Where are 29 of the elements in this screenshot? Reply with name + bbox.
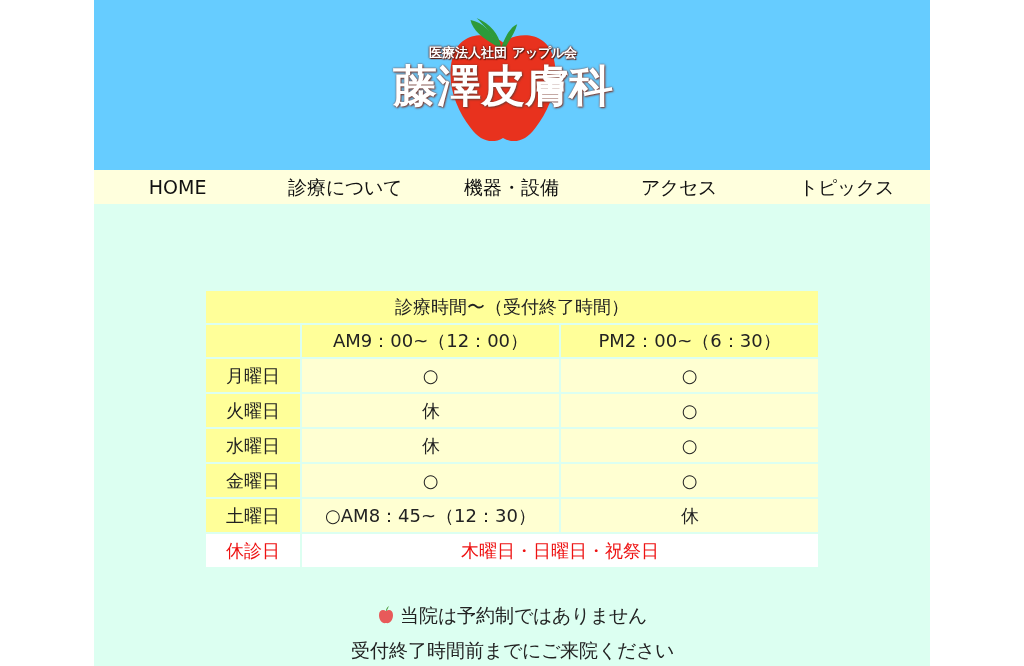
nav-link[interactable]: HOME (148, 174, 207, 200)
table-cell: 休 (302, 429, 559, 462)
nav-link[interactable]: 診療について (287, 174, 402, 200)
apple-icon (377, 606, 394, 624)
logo-subtitle: 医療法人社団 アップル会 (428, 45, 578, 61)
table-cell: ○ (561, 394, 818, 427)
nav-link[interactable]: アクセス (641, 174, 718, 200)
row-header: 水曜日 (206, 429, 300, 462)
table-cell: ○AM8：45~（12：30） (302, 499, 559, 532)
table-cell: 休 (302, 394, 559, 427)
notice-text: 受付終了時間前までにご来院ください (350, 639, 674, 661)
row-header: 火曜日 (206, 394, 300, 427)
table-cell: 休 (561, 499, 818, 532)
nav-link[interactable]: 機器・設備 (464, 174, 560, 200)
table-title: 診療時間〜（受付終了時間） (206, 291, 818, 323)
table-cell: ○ (561, 429, 818, 462)
table-cell: ○ (561, 359, 818, 392)
table-cell: ○ (302, 359, 559, 392)
nav-link[interactable]: トピックス (798, 174, 894, 200)
row-header: 月曜日 (206, 359, 300, 392)
notice-text: 当院は予約制ではありません (399, 604, 647, 626)
column-header: PM2：00~（6：30） (561, 325, 818, 357)
row-header: 金曜日 (206, 464, 300, 497)
column-header: AM9：00~（12：00） (302, 325, 559, 357)
table-cell: ○ (561, 464, 818, 497)
row-header: 休診日 (206, 534, 300, 567)
row-header: 土曜日 (206, 499, 300, 532)
table-cell: ○ (302, 464, 559, 497)
table-cell: 木曜日・日曜日・祝祭日 (302, 534, 818, 567)
